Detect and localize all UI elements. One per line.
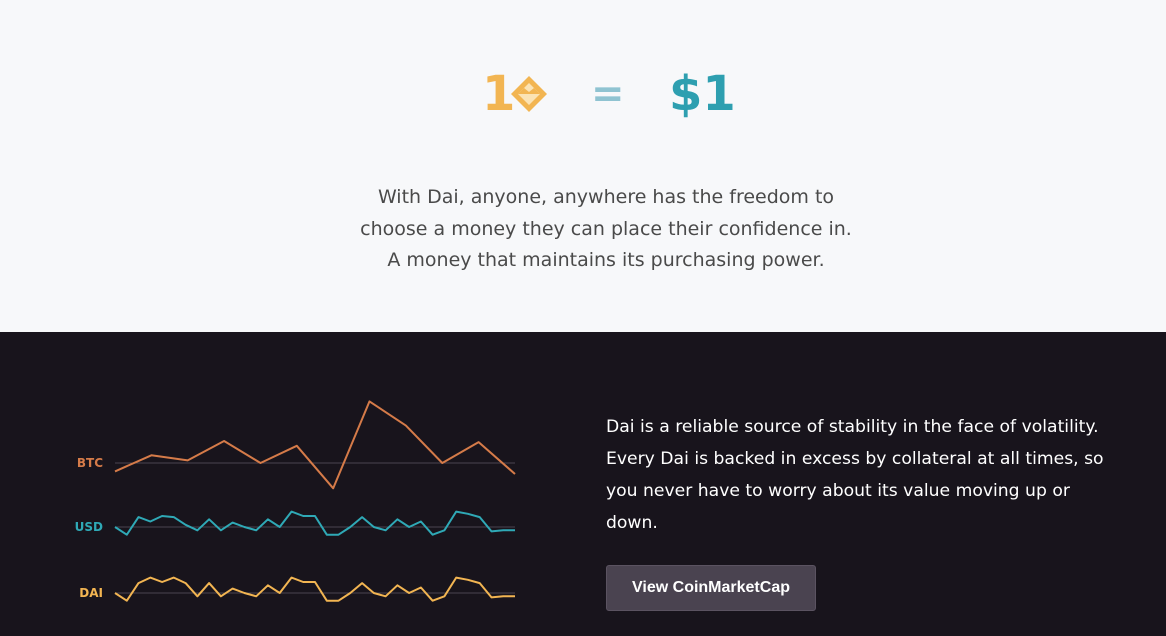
tagline-line: A money that maintains its purchasing po… (387, 249, 825, 271)
volatility-chart: BTC USD DAI (75, 400, 516, 602)
usd-series-line (114, 510, 515, 536)
usd-series-label: USD (75, 520, 103, 534)
tagline-text: With Dai, anyone, anywhere has the freed… (300, 182, 912, 277)
hero-section: 1 = $1 With Dai, anyone, anywhere has th… (0, 0, 1166, 332)
description-line: you never have to worry about its value … (606, 481, 1070, 501)
description-line: Dai is a reliable source of stability in… (606, 417, 1099, 437)
tagline-line: choose a money they can place their conf… (360, 217, 852, 240)
dai-series-line (114, 576, 515, 602)
dai-usd-equation: 1 = $1 (0, 66, 1166, 126)
tagline-line: With Dai, anyone, anywhere has the freed… (377, 186, 835, 208)
btc-series-label: BTC (77, 456, 103, 470)
description-line: down. (606, 513, 658, 533)
stability-description: Dai is a reliable source of stability in… (606, 411, 1136, 539)
usd-amount: $1 (669, 66, 736, 122)
view-coinmarketcap-button[interactable]: View CoinMarketCap (606, 565, 816, 611)
dai-diamond-icon (511, 76, 547, 112)
dai-series-label: DAI (79, 586, 103, 600)
btc-series-line (114, 400, 516, 490)
description-line: Every Dai is backed in excess by collate… (606, 449, 1104, 469)
equals-sign: = (591, 71, 625, 117)
stability-section: BTC USD DAI Dai is a reliable source of st… (0, 332, 1166, 636)
